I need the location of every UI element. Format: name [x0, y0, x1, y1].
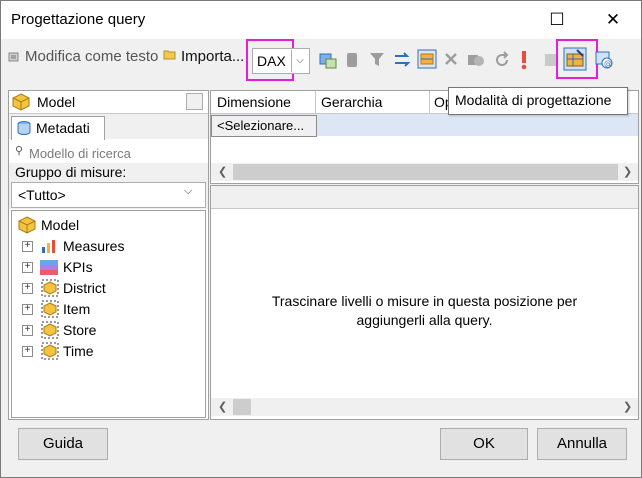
execute-query-icon[interactable] [519, 50, 529, 73]
expand-icon[interactable]: + [22, 241, 33, 252]
tree-item-label: KPIs [63, 259, 93, 275]
metadata-panel: Model Metadati ⚲ Modello di ricerca Grup… [8, 90, 209, 420]
filter-icon[interactable] [369, 51, 385, 72]
expand-icon[interactable]: + [22, 262, 33, 273]
column-header-dimension[interactable]: Dimensione [217, 94, 291, 110]
expand-icon[interactable]: + [22, 325, 33, 336]
drop-message-line1: Trascinare livelli o misure in questa po… [271, 293, 578, 309]
measure-group-label: Gruppo di misure: [15, 164, 127, 180]
measure-group-value: <Tutto> [18, 187, 66, 203]
import-folder-icon[interactable] [163, 48, 177, 61]
tree-item-label: Measures [63, 238, 125, 254]
design-mode-icon[interactable] [563, 47, 587, 74]
dimension-icon [41, 300, 59, 318]
close-button[interactable]: ✕ [593, 7, 633, 33]
query-designer-window: Progettazione query ☐ ✕ Modifica come te… [0, 0, 642, 478]
cancel-button[interactable]: Annulla [537, 428, 627, 460]
edit-text-icon[interactable] [8, 50, 20, 62]
tree-item-label: Store [63, 322, 97, 338]
close-icon: ✕ [605, 10, 621, 29]
dimension-icon [41, 321, 59, 339]
measure-group-section: Gruppo di misure: [9, 163, 208, 181]
ok-button-label: OK [473, 435, 495, 452]
select-dimension-text: <Selezionare... [217, 118, 305, 133]
query-language-dropdown[interactable]: DAX ⌵ [252, 48, 310, 74]
tree-item-label: Item [63, 301, 91, 317]
scrollbar-thumb[interactable] [233, 164, 618, 180]
scroll-right-icon[interactable]: ❯ [623, 400, 632, 413]
column-divider [429, 91, 430, 113]
scrollbar-thumb[interactable] [233, 399, 251, 415]
horizontal-scrollbar[interactable]: ❮ ❯ [211, 163, 638, 181]
search-icon: ⚲ [15, 145, 24, 157]
column-header-hierarchy[interactable]: Gerarchia [321, 94, 382, 110]
data-pane-header [211, 186, 638, 209]
select-dimension-cell[interactable]: <Selezionare... [211, 115, 317, 137]
maximize-button[interactable]: ☐ [537, 7, 577, 33]
cancel-button-label: Annulla [556, 435, 608, 452]
data-pane: Trascinare livelli o misure in questa po… [210, 185, 639, 420]
metadata-icon [17, 121, 31, 135]
edit-as-text-button[interactable]: Modifica come testo [25, 48, 158, 65]
maximize-icon: ☐ [549, 10, 565, 29]
cube-browse-button[interactable] [186, 93, 203, 110]
scroll-left-icon[interactable]: ❮ [218, 165, 227, 178]
filter-row: <Selezionare... [211, 114, 638, 137]
expand-icon[interactable]: + [22, 283, 33, 294]
cube-icon [18, 216, 36, 234]
delete-icon[interactable] [345, 51, 359, 72]
cube-selector[interactable]: Model [9, 91, 208, 113]
import-button[interactable]: Importa... [181, 48, 244, 65]
cube-icon [12, 93, 30, 111]
dimension-icon [41, 342, 59, 360]
scroll-left-icon[interactable]: ❮ [218, 400, 227, 413]
cancel-query-icon[interactable] [443, 51, 459, 72]
kpi-icon [40, 260, 58, 275]
tooltip: Modalità di progettazione [448, 87, 628, 115]
help-button-label: Guida [42, 435, 84, 452]
window-title: Progettazione query [11, 11, 146, 28]
ok-button[interactable]: OK [440, 428, 528, 460]
refresh-icon[interactable] [493, 51, 511, 72]
expand-icon[interactable]: + [22, 304, 33, 315]
svg-text:@: @ [604, 59, 612, 68]
drop-message-line2: aggiungerli alla query. [356, 312, 493, 328]
tab-metadata[interactable]: Metadati [11, 116, 105, 140]
dimension-icon [41, 279, 59, 297]
tree-item-label: Time [63, 343, 94, 359]
tab-metadata-label: Metadati [36, 120, 90, 136]
tree-root-label: Model [41, 217, 80, 233]
parameters-icon[interactable]: @ [595, 51, 613, 72]
tooltip-text: Modalità di progettazione [455, 92, 612, 108]
title-bar: Progettazione query ☐ ✕ [1, 1, 641, 39]
dax-label: DAX [257, 53, 286, 69]
show-empty-cells-icon[interactable] [417, 49, 437, 72]
data-horizontal-scrollbar[interactable]: ❮ ❯ [211, 398, 638, 416]
chevron-down-icon: ⌵ [291, 50, 308, 72]
expand-icon[interactable]: + [22, 346, 33, 357]
measure-group-dropdown[interactable]: <Tutto> ⌵ [11, 182, 206, 208]
tab-strip: Metadati [9, 113, 208, 140]
drop-zone-message[interactable]: Trascinare livelli o misure in questa po… [211, 292, 638, 330]
scroll-right-icon[interactable]: ❯ [623, 165, 632, 178]
swap-axes-icon[interactable] [393, 51, 411, 72]
cube-name: Model [37, 94, 76, 110]
tree-item-label: District [63, 280, 106, 296]
column-divider [315, 91, 316, 113]
chevron-down-icon: ⌵ [184, 185, 193, 197]
metadata-tree: Model + Measures + KPIs + District + Ite [11, 210, 206, 418]
search-model-field[interactable]: ⚲ Modello di ricerca [13, 143, 203, 163]
help-button[interactable]: Guida [18, 428, 108, 460]
auto-execute-icon[interactable] [467, 51, 485, 72]
measures-icon [42, 240, 55, 253]
search-placeholder: Modello di ricerca [29, 146, 131, 161]
add-calculated-member-icon[interactable] [319, 51, 337, 72]
